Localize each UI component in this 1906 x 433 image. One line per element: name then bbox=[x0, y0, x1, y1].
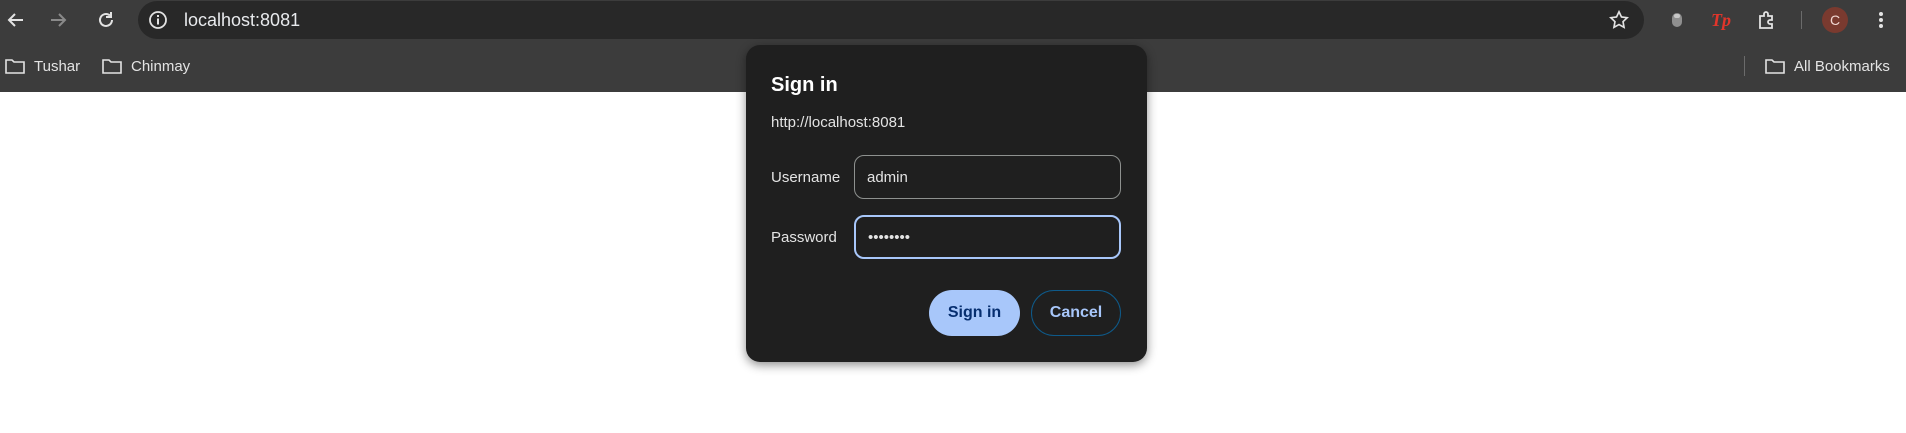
sign-in-dialog: Sign in http://localhost:8081 Username a… bbox=[746, 45, 1147, 362]
password-field[interactable]: •••••••• bbox=[854, 215, 1121, 259]
arrow-left-icon bbox=[7, 13, 23, 27]
extension-gray-icon[interactable] bbox=[1664, 7, 1690, 33]
cancel-button[interactable]: Cancel bbox=[1031, 290, 1121, 336]
sign-in-button[interactable]: Sign in bbox=[929, 290, 1020, 336]
bookmark-folder-chinmay[interactable]: Chinmay bbox=[101, 54, 190, 78]
site-info-icon[interactable] bbox=[148, 10, 168, 30]
bookmark-star-icon[interactable] bbox=[1608, 9, 1630, 31]
reload-icon bbox=[99, 12, 113, 27]
bookmarks-divider bbox=[1744, 56, 1745, 76]
back-button[interactable] bbox=[2, 6, 30, 34]
extensions-puzzle-icon[interactable] bbox=[1754, 7, 1780, 33]
dialog-origin: http://localhost:8081 bbox=[771, 114, 906, 131]
bookmark-label: Chinmay bbox=[131, 57, 191, 75]
toolbar-divider bbox=[1801, 11, 1802, 29]
password-value: •••••••• bbox=[868, 228, 911, 246]
username-value: admin bbox=[867, 168, 908, 186]
folder-icon bbox=[1765, 59, 1785, 74]
username-field[interactable]: admin bbox=[854, 155, 1121, 199]
forward-button[interactable] bbox=[44, 6, 72, 34]
menu-button[interactable] bbox=[1868, 7, 1894, 33]
address-bar[interactable]: localhost:8081 bbox=[138, 1, 1644, 39]
puzzle-icon bbox=[1759, 11, 1773, 29]
url-text[interactable]: localhost:8081 bbox=[184, 10, 300, 30]
dialog-title: Sign in bbox=[771, 74, 838, 96]
sign-in-button-label: Sign in bbox=[947, 304, 1002, 321]
password-label: Password bbox=[771, 229, 837, 246]
avatar-initial: C bbox=[1829, 12, 1841, 28]
reload-button[interactable] bbox=[92, 6, 120, 34]
browser-toolbar: localhost:8081 Tp C bbox=[0, 0, 1906, 40]
folder-icon bbox=[5, 59, 25, 74]
cancel-button-label: Cancel bbox=[1049, 304, 1103, 321]
extension-tp-label: Tp bbox=[1711, 9, 1731, 30]
bookmark-label: Tushar bbox=[34, 57, 81, 75]
folder-icon bbox=[102, 59, 122, 74]
bookmark-folder-tushar[interactable]: Tushar bbox=[4, 54, 80, 78]
all-bookmarks-button[interactable]: All Bookmarks bbox=[1764, 54, 1890, 78]
kebab-menu-icon bbox=[1879, 12, 1883, 28]
arrow-right-icon bbox=[51, 13, 67, 27]
extension-pill-icon bbox=[1672, 13, 1682, 27]
extension-tp-icon[interactable]: Tp bbox=[1708, 7, 1734, 33]
all-bookmarks-label: All Bookmarks bbox=[1794, 57, 1890, 75]
username-label: Username bbox=[771, 169, 841, 186]
profile-avatar[interactable]: C bbox=[1822, 7, 1848, 33]
